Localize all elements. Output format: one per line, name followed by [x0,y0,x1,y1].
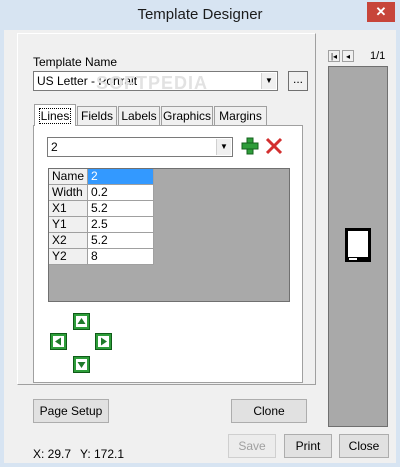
clone-button[interactable]: Clone [231,399,307,423]
add-line-button[interactable] [240,136,260,156]
chevron-down-icon[interactable]: ▼ [216,139,231,155]
x-coordinate-readout: X: 29.7 [33,447,72,461]
previous-page-button[interactable]: ◂ [342,50,354,62]
arrow-up-icon [76,316,87,327]
window-title: Template Designer [137,6,263,23]
template-browse-button[interactable]: ... [288,71,308,91]
nudge-left-button[interactable] [50,333,67,350]
delete-line-button[interactable] [264,136,284,156]
table-row[interactable]: Y2 8 [49,249,154,265]
property-name: Y2 [49,249,88,265]
tab-fields[interactable]: Fields [77,106,117,125]
tab-margins[interactable]: Margins [214,106,267,125]
arrow-left-icon [53,336,64,347]
table-row[interactable]: Name 2 [49,169,154,185]
line-select-value: 2 [51,140,58,154]
property-name: X1 [49,201,88,217]
page-count: 1/1 [370,50,386,62]
property-name: Width [49,185,88,201]
template-name-label: Template Name [33,55,118,69]
watermark: SOFTPEDIA [96,73,209,93]
nudge-up-button[interactable] [73,313,90,330]
property-value[interactable]: 2 [88,169,154,185]
window-border-right [396,30,400,467]
property-name: Name [49,169,88,185]
line-select[interactable]: 2 ▼ [47,137,233,157]
print-button[interactable]: Print [284,434,332,458]
property-name: X2 [49,233,88,249]
nudge-down-button[interactable] [73,356,90,373]
x-icon [265,137,283,155]
tab-lines-label: Lines [38,108,72,124]
property-value[interactable]: 0.2 [88,185,154,201]
nudge-right-button[interactable] [95,333,112,350]
property-value[interactable]: 5.2 [88,201,154,217]
property-value[interactable]: 8 [88,249,154,265]
window-border-left [0,30,4,467]
page-setup-button[interactable]: Page Setup [33,399,109,423]
property-value[interactable]: 2.5 [88,217,154,233]
page-thumbnail-line [349,258,357,260]
arrow-down-icon [76,359,87,370]
chevron-down-icon[interactable]: ▼ [261,73,276,89]
page-thumbnail-paper [348,231,368,257]
tab-labels[interactable]: Labels [118,106,160,125]
table-row[interactable]: Y1 2.5 [49,217,154,233]
table-row[interactable]: X2 5.2 [49,233,154,249]
table-row[interactable]: Width 0.2 [49,185,154,201]
tab-graphics[interactable]: Graphics [161,106,213,125]
table-row[interactable]: X1 5.2 [49,201,154,217]
tab-lines[interactable]: Lines [34,104,76,126]
property-name: Y1 [49,217,88,233]
window-close-button[interactable]: ✕ [367,2,395,22]
close-button[interactable]: Close [339,434,389,458]
window-border-bottom [0,463,400,467]
first-page-button[interactable]: |◂ [328,50,340,62]
plus-icon [241,137,259,155]
y-coordinate-readout: Y: 172.1 [80,447,125,461]
arrow-right-icon [98,336,109,347]
property-value[interactable]: 5.2 [88,233,154,249]
save-button[interactable]: Save [228,434,276,458]
